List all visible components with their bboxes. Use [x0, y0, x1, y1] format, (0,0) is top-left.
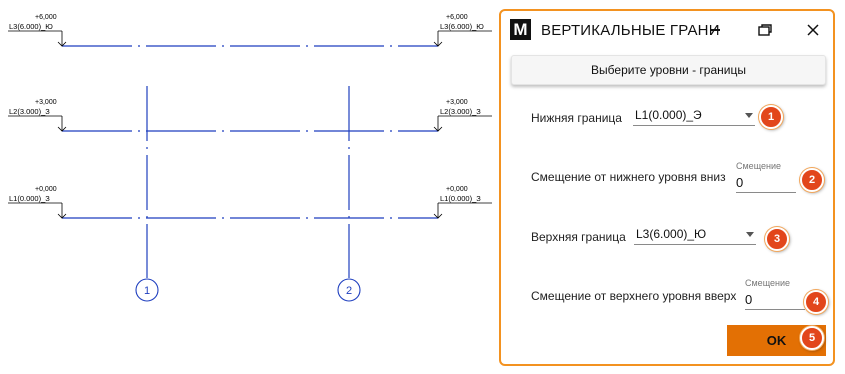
close-icon [807, 24, 819, 36]
upper-offset-label: Смещение от верхнего уровня вверх [531, 289, 737, 303]
minimize-button[interactable] [693, 11, 737, 49]
step-badge: 1 [759, 105, 783, 129]
restore-button[interactable] [743, 11, 787, 49]
vertical-faces-dialog: M ВЕРТИКАЛЬНЫЕ ГРАНИ Выберите уровни - г… [499, 9, 835, 366]
level-elevation: +6,000 [35, 14, 57, 21]
grid-label: 1 [144, 285, 150, 297]
app-logo-icon: M [510, 19, 531, 40]
step-badge: 5 [800, 326, 824, 350]
upper-bound-value: L3(6.000)_Ю [636, 227, 707, 241]
level-elevation: +0,000 [35, 186, 57, 193]
upper-offset-value: 0 [745, 292, 753, 307]
level-name: L1(0.000)_З [9, 194, 50, 203]
lower-bound-value: L1(0.000)_Э [635, 108, 702, 122]
level-name: L2(3.000)_З [440, 107, 481, 116]
level-name: L2(3.000)_З [9, 107, 50, 116]
minimize-icon [710, 29, 720, 31]
upper-bound-combo[interactable]: L3(6.000)_Ю [634, 225, 756, 245]
step-badge: 4 [804, 290, 828, 314]
select-levels-button[interactable]: Выберите уровни - границы [511, 55, 826, 85]
grid-label: 2 [346, 285, 352, 297]
chevron-down-icon [746, 232, 754, 237]
level-elevation: +3,000 [446, 99, 468, 106]
drawing-canvas: +6,000L3(6.000)_Ю+6,000L3(6.000)_Ю+3,000… [8, 14, 492, 302]
titlebar[interactable]: M ВЕРТИКАЛЬНЫЕ ГРАНИ [501, 11, 833, 49]
upper-offset-field[interactable]: Смещение 0 [745, 278, 805, 310]
lower-bound-label: Нижняя граница [531, 111, 622, 125]
level-line[interactable]: +3,000L2(3.000)_З+3,000L2(3.000)_З [8, 99, 492, 132]
level-line[interactable]: +6,000L3(6.000)_Ю+6,000L3(6.000)_Ю [8, 14, 492, 47]
grid-line[interactable]: 1 [135, 86, 159, 302]
step-badge: 3 [765, 227, 789, 251]
level-name: L1(0.000)_З [440, 194, 481, 203]
lower-offset-value: 0 [736, 175, 744, 190]
upper-offset-hint: Смещение [745, 278, 791, 288]
lower-bound-combo[interactable]: L1(0.000)_Э [633, 106, 755, 126]
lower-offset-field[interactable]: Смещение 0 [736, 161, 796, 193]
lower-offset-hint: Смещение [736, 161, 782, 171]
restore-icon [758, 24, 772, 36]
level-line[interactable]: +0,000L1(0.000)_З+0,000L1(0.000)_З [8, 186, 492, 219]
level-elevation: +3,000 [35, 99, 57, 106]
level-elevation: +0,000 [446, 186, 468, 193]
lower-offset-label: Смещение от нижнего уровня вниз [531, 170, 726, 184]
level-name: L3(6.000)_Ю [9, 22, 53, 31]
close-button[interactable] [791, 11, 835, 49]
upper-bound-label: Верхняя граница [531, 230, 626, 244]
level-elevation: +6,000 [446, 14, 468, 21]
level-name: L3(6.000)_Ю [440, 22, 484, 31]
step-badge: 2 [800, 168, 824, 192]
grid-line[interactable]: 2 [337, 86, 361, 302]
chevron-down-icon [745, 113, 753, 118]
